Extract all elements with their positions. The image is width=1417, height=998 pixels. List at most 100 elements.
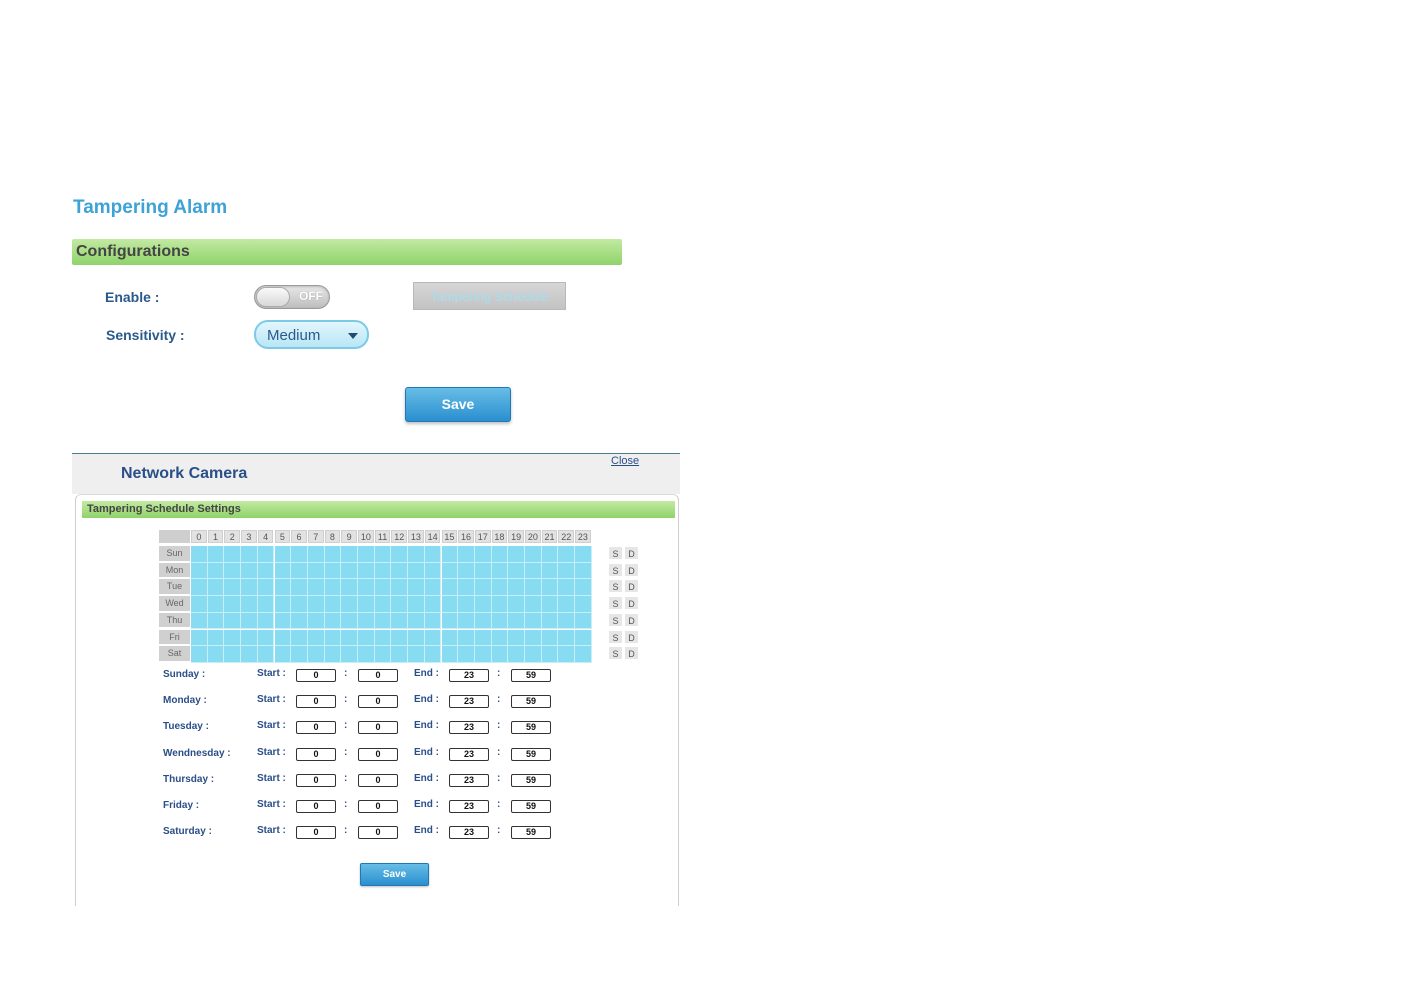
grid-hour-header[interactable]: 17 xyxy=(474,530,491,543)
tampering-schedule-button[interactable]: Tampering Schedule xyxy=(413,282,566,310)
grid-cell[interactable] xyxy=(241,546,258,563)
grid-cell[interactable] xyxy=(474,579,492,597)
enable-toggle[interactable]: OFF xyxy=(254,285,330,309)
grid-hour-header[interactable]: 9 xyxy=(341,530,357,543)
grid-cell[interactable] xyxy=(207,562,225,580)
start-hour-input[interactable]: 0 xyxy=(296,695,336,708)
grid-cell[interactable] xyxy=(191,646,208,663)
grid-cell[interactable] xyxy=(224,612,242,630)
start-hour-input[interactable]: 0 xyxy=(296,800,336,813)
grid-day-header[interactable]: Tue xyxy=(159,579,190,595)
end-minute-input[interactable]: 59 xyxy=(511,721,551,734)
end-minute-input[interactable]: 59 xyxy=(511,800,551,813)
grid-hour-header[interactable]: 19 xyxy=(508,530,524,543)
grid-cell[interactable] xyxy=(541,612,559,630)
grid-day-header[interactable]: Sat xyxy=(159,646,190,661)
end-minute-input[interactable]: 59 xyxy=(511,695,551,708)
grid-cell[interactable] xyxy=(458,646,475,663)
grid-cell[interactable] xyxy=(291,629,308,647)
grid-cell[interactable] xyxy=(358,562,375,580)
grid-cell[interactable] xyxy=(441,596,459,613)
grid-cell[interactable] xyxy=(458,546,475,563)
grid-cell[interactable] xyxy=(274,612,292,630)
grid-hour-header[interactable]: 11 xyxy=(374,530,391,543)
grid-cell[interactable] xyxy=(441,579,459,597)
grid-cell[interactable] xyxy=(274,579,292,597)
select-day-button[interactable]: S xyxy=(608,579,623,594)
end-minute-input[interactable]: 59 xyxy=(511,748,551,761)
grid-cell[interactable] xyxy=(474,546,492,563)
grid-cell[interactable] xyxy=(408,579,425,597)
grid-cell[interactable] xyxy=(441,629,459,647)
grid-cell[interactable] xyxy=(341,596,358,613)
grid-cell[interactable] xyxy=(558,629,576,647)
select-day-button[interactable]: S xyxy=(608,596,623,611)
grid-hour-header[interactable]: 2 xyxy=(224,530,241,543)
grid-cell[interactable] xyxy=(491,629,509,647)
grid-hour-header[interactable]: 14 xyxy=(424,530,441,543)
deselect-day-button[interactable]: D xyxy=(624,612,639,627)
grid-cell[interactable] xyxy=(241,629,258,647)
grid-cell[interactable] xyxy=(374,596,392,613)
grid-cell[interactable] xyxy=(458,596,475,613)
grid-cell[interactable] xyxy=(274,646,292,663)
grid-cell[interactable] xyxy=(241,579,258,597)
grid-cell[interactable] xyxy=(257,579,275,597)
grid-cell[interactable] xyxy=(575,646,592,663)
grid-cell[interactable] xyxy=(424,579,442,597)
grid-cell[interactable] xyxy=(391,546,409,563)
grid-cell[interactable] xyxy=(508,629,525,647)
grid-cell[interactable] xyxy=(391,612,409,630)
grid-cell[interactable] xyxy=(575,596,592,613)
grid-day-header[interactable]: Sun xyxy=(159,546,190,561)
end-minute-input[interactable]: 59 xyxy=(511,826,551,839)
grid-cell[interactable] xyxy=(575,546,592,563)
grid-cell[interactable] xyxy=(408,596,425,613)
grid-cell[interactable] xyxy=(558,546,576,563)
select-day-button[interactable]: S xyxy=(608,612,623,627)
grid-cell[interactable] xyxy=(274,629,292,647)
grid-hour-header[interactable]: 6 xyxy=(291,530,307,543)
grid-cell[interactable] xyxy=(541,579,559,597)
grid-cell[interactable] xyxy=(207,546,225,563)
grid-cell[interactable] xyxy=(424,562,442,580)
grid-hour-header[interactable]: 7 xyxy=(307,530,324,543)
grid-cell[interactable] xyxy=(191,546,208,563)
grid-cell[interactable] xyxy=(558,646,576,663)
end-hour-input[interactable]: 23 xyxy=(449,774,489,787)
grid-cell[interactable] xyxy=(291,596,308,613)
grid-cell[interactable] xyxy=(207,646,225,663)
grid-cell[interactable] xyxy=(291,579,308,597)
grid-cell[interactable] xyxy=(525,596,542,613)
deselect-day-button[interactable]: D xyxy=(624,562,639,577)
grid-cell[interactable] xyxy=(424,596,442,613)
grid-cell[interactable] xyxy=(525,629,542,647)
grid-cell[interactable] xyxy=(374,646,392,663)
grid-cell[interactable] xyxy=(324,579,342,597)
grid-cell[interactable] xyxy=(575,612,592,630)
grid-cell[interactable] xyxy=(441,612,459,630)
grid-cell[interactable] xyxy=(541,596,559,613)
grid-cell[interactable] xyxy=(224,646,242,663)
grid-cell[interactable] xyxy=(274,562,292,580)
start-hour-input[interactable]: 0 xyxy=(296,826,336,839)
grid-cell[interactable] xyxy=(491,646,509,663)
grid-hour-header[interactable]: 5 xyxy=(274,530,291,543)
grid-cell[interactable] xyxy=(525,562,542,580)
grid-cell[interactable] xyxy=(307,579,325,597)
select-day-button[interactable]: S xyxy=(608,546,623,560)
grid-cell[interactable] xyxy=(291,562,308,580)
grid-cell[interactable] xyxy=(408,612,425,630)
start-minute-input[interactable]: 0 xyxy=(358,826,398,839)
end-hour-input[interactable]: 23 xyxy=(449,826,489,839)
deselect-day-button[interactable]: D xyxy=(624,596,639,611)
grid-cell[interactable] xyxy=(241,596,258,613)
grid-cell[interactable] xyxy=(341,612,358,630)
grid-cell[interactable] xyxy=(474,562,492,580)
grid-cell[interactable] xyxy=(408,629,425,647)
grid-hour-header[interactable]: 4 xyxy=(257,530,274,543)
grid-hour-header[interactable]: 12 xyxy=(391,530,408,543)
grid-cell[interactable] xyxy=(541,562,559,580)
grid-cell[interactable] xyxy=(257,562,275,580)
grid-cell[interactable] xyxy=(424,612,442,630)
